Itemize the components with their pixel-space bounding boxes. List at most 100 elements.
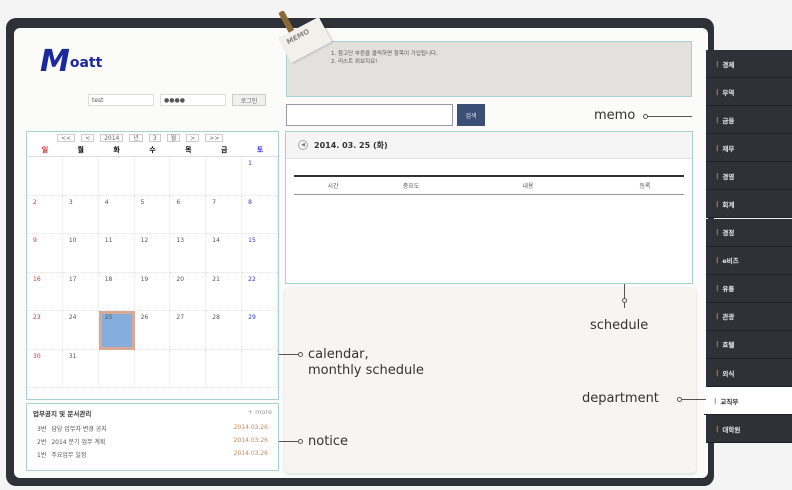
calendar-day [206, 349, 243, 388]
calendar-day[interactable]: 12 [134, 234, 171, 273]
user-id-input[interactable] [88, 94, 154, 106]
department-item[interactable]: | 호텔 [706, 330, 792, 359]
weekday-sat: 토 [256, 146, 264, 154]
logo[interactable]: Moatt [40, 44, 102, 79]
department-item[interactable]: | 관광 [706, 302, 792, 331]
calendar-day[interactable]: 2 [27, 195, 63, 234]
department-menu: | 경제 | 무역 | 금융 | 재무 | 경영 | 회계 | 경정 | e비즈 | 유통 | 관광 | 호텔 | 외식 | 교직… [704, 50, 792, 444]
weekday-tue: 화 [113, 146, 120, 154]
calendar-day[interactable]: 30 [27, 349, 63, 388]
department-item[interactable]: | 교직부 [704, 387, 792, 416]
department-item[interactable]: | 회계 [706, 190, 792, 219]
next-year-button[interactable]: >> [205, 134, 224, 142]
calendar-day[interactable]: 19 [134, 272, 171, 311]
department-item[interactable]: | 대학원 [706, 415, 792, 444]
calendar-day[interactable]: 28 [206, 311, 243, 350]
calendar-day[interactable]: 10 [62, 234, 99, 273]
department-item[interactable]: | 무역 [706, 78, 792, 107]
calendar-day[interactable]: 25 [98, 311, 135, 350]
schedule-col-content: 내용 [522, 183, 534, 190]
notice-title: 업무공지 및 문서관리 [33, 410, 92, 418]
calendar-day [134, 157, 171, 196]
calendar-day[interactable]: 18 [98, 272, 135, 311]
calendar-day[interactable]: 15 [242, 234, 278, 273]
department-item[interactable]: | 경제 [706, 50, 792, 78]
notice-item-number: 2번 [37, 439, 47, 446]
schedule-col-register: 등록 [639, 183, 651, 190]
notice-item-text: 주요업무 일정 [51, 452, 87, 459]
calendar-day[interactable]: 7 [206, 195, 243, 234]
memo-panel[interactable]: 1. 참고단 부른클 클릭하면 항목이 가입됩니다. 2. 리스트 위보지요! [286, 41, 692, 97]
calendar-day[interactable]: 14 [206, 234, 243, 273]
calendar-day[interactable]: 6 [170, 195, 207, 234]
next-month-button[interactable]: > [186, 134, 200, 142]
notice-item-title: 2번 2014 분기 업무 계획 [37, 437, 105, 446]
department-item[interactable]: | e비즈 [706, 246, 792, 275]
callout-schedule-leader [624, 284, 625, 308]
department-item[interactable]: | 금융 [706, 106, 792, 135]
callout-memo: memo [594, 108, 636, 123]
calendar-nav: << < 2014 년 3 월 > >> [27, 132, 278, 144]
search-button[interactable]: 검색 [457, 104, 485, 126]
calendar-day[interactable]: 20 [170, 272, 207, 311]
notice-more-link[interactable]: + more [248, 408, 272, 418]
department-label: 관광 [722, 313, 735, 322]
department-item[interactable]: | 경영 [706, 162, 792, 191]
prev-year-button[interactable]: << [57, 134, 76, 142]
prev-month-button[interactable]: < [81, 134, 95, 142]
calendar-day[interactable]: 3 [62, 195, 99, 234]
callout-notice: notice [308, 434, 349, 449]
department-bar-icon: | [716, 171, 719, 180]
weekday-thu: 목 [185, 146, 192, 154]
callout-schedule: schedule [590, 318, 649, 333]
search-bar: 검색 [286, 104, 485, 126]
calendar-day[interactable]: 4 [98, 195, 135, 234]
callout-notice-dot [298, 439, 303, 444]
month-label: 월 [166, 134, 181, 142]
calendar-day[interactable]: 29 [242, 311, 278, 350]
notice-item[interactable]: 3번 담당 업무자 변경 공지 2014.03.26 [27, 422, 278, 435]
calendar-day [62, 157, 99, 196]
calendar-day[interactable]: 8 [242, 195, 278, 234]
calendar-day[interactable]: 31 [62, 349, 99, 388]
department-item[interactable]: | 경정 [706, 218, 792, 247]
calendar-day[interactable]: 5 [134, 195, 171, 234]
logo-text: oatt [69, 55, 103, 71]
department-bar-icon: | [716, 256, 719, 265]
calendar-day[interactable]: 27 [170, 311, 207, 350]
department-bar-icon: | [716, 284, 719, 293]
month-select[interactable]: 3 [148, 134, 161, 142]
calendar-day [242, 349, 278, 388]
department-item[interactable]: | 외식 [706, 359, 792, 388]
department-item[interactable]: | 재무 [706, 134, 792, 163]
search-input[interactable] [286, 104, 453, 126]
calendar-day [170, 349, 207, 388]
department-label: 대학원 [722, 425, 741, 434]
calendar-day[interactable]: 24 [62, 311, 99, 350]
calendar-day[interactable]: 23 [27, 311, 63, 350]
calendar-day[interactable]: 16 [27, 272, 63, 311]
schedule-date-arrow-icon[interactable]: ◀ [298, 140, 308, 150]
calendar-day[interactable]: 13 [170, 234, 207, 273]
calendar-day[interactable]: 9 [27, 234, 63, 273]
login-button[interactable]: 로그인 [232, 94, 266, 106]
year-label: 년 [129, 134, 143, 142]
weekday-fri: 금 [220, 146, 228, 154]
calendar-day[interactable]: 11 [98, 234, 135, 273]
calendar-day[interactable]: 26 [134, 311, 171, 350]
notice-item[interactable]: 2번 2014 분기 업무 계획 2014.03.26 [27, 435, 278, 448]
callout-schedule-dot [622, 298, 627, 303]
notice-item[interactable]: 1번 주요업무 일정 2014.03.26 [27, 448, 278, 461]
schedule-header: ◀ 2014. 03. 25 (화) [286, 132, 692, 159]
calendar-day[interactable]: 22 [242, 272, 278, 311]
department-item[interactable]: | 유통 [706, 274, 792, 303]
department-bar-icon: | [716, 59, 719, 68]
password-input[interactable] [160, 94, 226, 106]
department-bar-icon: | [716, 87, 719, 96]
calendar: << < 2014 년 3 월 > >> 일 월 화 수 목 금 토 12345… [26, 131, 279, 400]
calendar-day[interactable]: 1 [242, 157, 278, 196]
weekday-wed: 수 [149, 146, 156, 154]
calendar-day[interactable]: 21 [206, 272, 243, 311]
year-select[interactable]: 2014 [100, 134, 124, 142]
calendar-day[interactable]: 17 [62, 272, 99, 311]
